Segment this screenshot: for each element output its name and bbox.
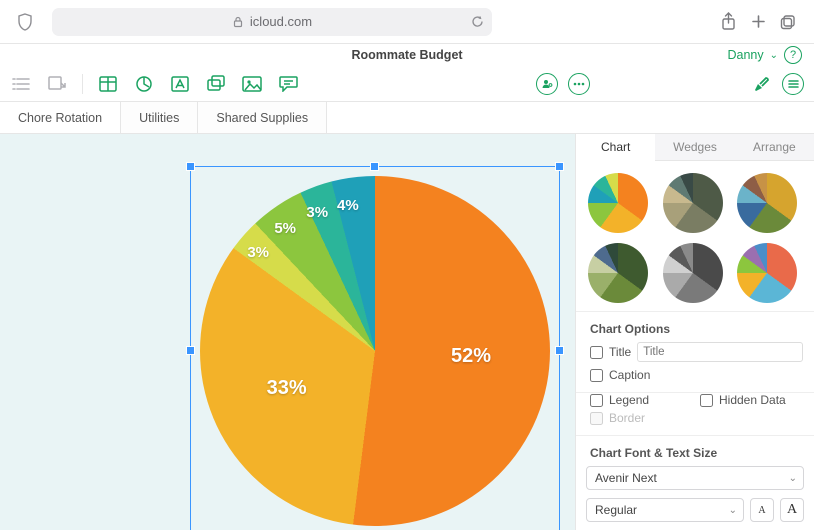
- document-title: Roommate Budget: [351, 48, 462, 62]
- format-brush-icon[interactable]: [750, 73, 772, 95]
- checkbox-title[interactable]: [590, 346, 603, 359]
- sheet-tab[interactable]: Chore Rotation: [0, 102, 121, 133]
- chevron-down-icon: ⌄: [729, 505, 737, 516]
- help-icon[interactable]: ?: [784, 46, 802, 64]
- inspector-tab-chart[interactable]: Chart: [576, 134, 655, 161]
- inspector-tab-wedges[interactable]: Wedges: [655, 134, 734, 160]
- font-family-select[interactable]: Avenir Next⌄: [586, 466, 804, 490]
- collaborate-icon[interactable]: [536, 73, 558, 95]
- more-menu-icon[interactable]: [568, 73, 590, 95]
- section-chart-options: Chart Options: [576, 312, 814, 342]
- insert-media-icon[interactable]: [241, 73, 263, 95]
- sheet-tab[interactable]: Shared Supplies: [198, 102, 327, 133]
- chart-style-preset[interactable]: [663, 173, 723, 233]
- inspector-tab-arrange[interactable]: Arrange: [735, 134, 814, 160]
- chart-style-preset[interactable]: [737, 243, 797, 303]
- user-name[interactable]: Danny: [727, 48, 763, 62]
- insert-chart-icon[interactable]: [133, 73, 155, 95]
- resize-handle[interactable]: [186, 346, 195, 355]
- selection-box[interactable]: [190, 166, 560, 530]
- decrease-font-button[interactable]: A: [750, 498, 774, 522]
- inspector-panel: Chart Wedges Arrange Chart Options Title…: [576, 134, 814, 530]
- insert-shape-icon[interactable]: [205, 73, 227, 95]
- increase-font-button[interactable]: A: [780, 498, 804, 522]
- organize-icon[interactable]: [782, 73, 804, 95]
- share-icon[interactable]: [718, 12, 738, 32]
- resize-handle[interactable]: [555, 346, 564, 355]
- tabs-overview-icon[interactable]: [778, 12, 798, 32]
- resize-handle[interactable]: [186, 162, 195, 171]
- checkbox-hidden-data[interactable]: [700, 394, 713, 407]
- chart-style-preset[interactable]: [588, 243, 648, 303]
- label-caption: Caption: [609, 368, 650, 382]
- lock-icon: [232, 16, 244, 28]
- resize-handle[interactable]: [370, 162, 379, 171]
- canvas[interactable]: 52% 33% 3% 5% 3% 4%: [0, 134, 576, 530]
- user-menu-chevron-icon[interactable]: ⌄: [770, 50, 778, 61]
- chevron-down-icon: ⌄: [789, 473, 797, 484]
- privacy-shield-icon[interactable]: [16, 12, 34, 32]
- chart-style-preset[interactable]: [663, 243, 723, 303]
- section-font: Chart Font & Text Size: [576, 436, 814, 466]
- title-input[interactable]: [637, 342, 803, 362]
- outline-view-icon[interactable]: [10, 73, 32, 95]
- resize-handle[interactable]: [555, 162, 564, 171]
- sheet-tab[interactable]: Utilities: [121, 102, 198, 133]
- checkbox-border: [590, 412, 603, 425]
- label-border: Border: [609, 411, 645, 425]
- url-host: icloud.com: [250, 14, 312, 29]
- checkbox-caption[interactable]: [590, 369, 603, 382]
- chart-style-preset[interactable]: [737, 173, 797, 233]
- label-hidden-data: Hidden Data: [719, 393, 786, 407]
- checkbox-legend[interactable]: [590, 394, 603, 407]
- chart-style-preset[interactable]: [588, 173, 648, 233]
- sheet-tabs: Chore Rotation Utilities Shared Supplies: [0, 102, 814, 134]
- chart-style-presets: [576, 161, 814, 312]
- pivot-icon[interactable]: [46, 73, 68, 95]
- reload-icon[interactable]: [471, 15, 484, 28]
- label-title: Title: [609, 345, 631, 359]
- insert-comment-icon[interactable]: [277, 73, 299, 95]
- new-tab-icon[interactable]: [748, 12, 768, 32]
- label-legend: Legend: [609, 393, 649, 407]
- insert-text-icon[interactable]: [169, 73, 191, 95]
- address-bar[interactable]: icloud.com: [52, 8, 492, 36]
- font-weight-select[interactable]: Regular⌄: [586, 498, 744, 522]
- insert-table-icon[interactable]: [97, 73, 119, 95]
